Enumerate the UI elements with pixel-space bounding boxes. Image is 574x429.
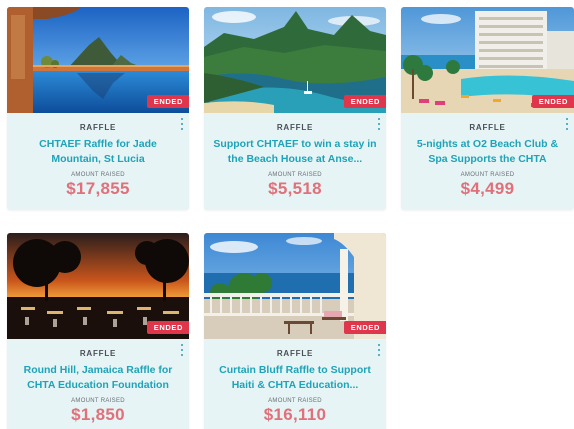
ended-badge: ENDED: [146, 321, 189, 334]
card-body: RAFFLE CHTAEF Raffle for Jade Mountain, …: [7, 113, 189, 210]
campaign-title[interactable]: 5-nights at O2 Beach Club & Spa Supports…: [407, 137, 568, 167]
card-image[interactable]: ENDED: [401, 7, 574, 113]
raffle-card[interactable]: ENDED RAFFLE CHTAEF Raffle for Jade Moun…: [7, 7, 189, 210]
amount-raised-value: $16,110: [263, 405, 327, 424]
more-options-icon[interactable]: [179, 118, 185, 130]
campaign-type: RAFFLE: [469, 123, 506, 132]
card-body: RAFFLE Curtain Bluff Raffle to Support H…: [204, 339, 386, 429]
raffle-card[interactable]: ENDED RAFFLE 5-nights at O2 Beach Club &…: [401, 7, 574, 210]
campaign-title[interactable]: Curtain Bluff Raffle to Support Haiti & …: [210, 363, 380, 393]
amount-raised-label: AMOUNT RAISED: [460, 172, 515, 178]
more-options-icon[interactable]: [376, 344, 382, 356]
campaign-title[interactable]: Support CHTAEF to win a stay in the Beac…: [210, 137, 380, 167]
amount-raised-label: AMOUNT RAISED: [268, 172, 322, 178]
card-image[interactable]: ENDED: [7, 7, 189, 113]
amount-raised-label: AMOUNT RAISED: [71, 172, 125, 178]
more-options-icon[interactable]: [179, 344, 185, 356]
more-options-icon[interactable]: [376, 118, 382, 130]
raffle-card-grid: ENDED RAFFLE CHTAEF Raffle for Jade Moun…: [0, 0, 574, 429]
amount-raised-label: AMOUNT RAISED: [268, 398, 322, 404]
raffle-card[interactable]: ENDED RAFFLE Curtain Bluff Raffle to Sup…: [204, 233, 386, 429]
amount-raised-value: $4,499: [460, 179, 515, 198]
ended-badge: ENDED: [531, 95, 574, 108]
ended-badge: ENDED: [343, 321, 386, 334]
raffle-card[interactable]: ENDED RAFFLE Round Hill, Jamaica Raffle …: [7, 233, 189, 429]
amount-raised-value: $5,518: [268, 179, 322, 198]
card-body: RAFFLE 5-nights at O2 Beach Club & Spa S…: [401, 113, 574, 210]
raffle-card[interactable]: ENDED RAFFLE Support CHTAEF to win a sta…: [204, 7, 386, 210]
card-body: RAFFLE Support CHTAEF to win a stay in t…: [204, 113, 386, 210]
campaign-type: RAFFLE: [276, 349, 314, 358]
amount-raised-label: AMOUNT RAISED: [71, 398, 125, 404]
ended-badge: ENDED: [146, 95, 189, 108]
more-options-icon[interactable]: [564, 118, 570, 130]
amount-raised-value: $17,855: [66, 179, 130, 198]
card-body: RAFFLE Round Hill, Jamaica Raffle for CH…: [7, 339, 189, 429]
card-image[interactable]: ENDED: [204, 233, 386, 339]
ended-badge: ENDED: [343, 95, 386, 108]
card-image[interactable]: ENDED: [204, 7, 386, 113]
campaign-title[interactable]: Round Hill, Jamaica Raffle for CHTA Educ…: [13, 363, 183, 393]
amount-raised-value: $1,850: [71, 405, 125, 424]
campaign-type: RAFFLE: [276, 123, 314, 132]
campaign-type: RAFFLE: [79, 349, 117, 358]
card-image[interactable]: ENDED: [7, 233, 189, 339]
campaign-type: RAFFLE: [79, 123, 117, 132]
campaign-title[interactable]: CHTAEF Raffle for Jade Mountain, St Luci…: [13, 137, 183, 167]
